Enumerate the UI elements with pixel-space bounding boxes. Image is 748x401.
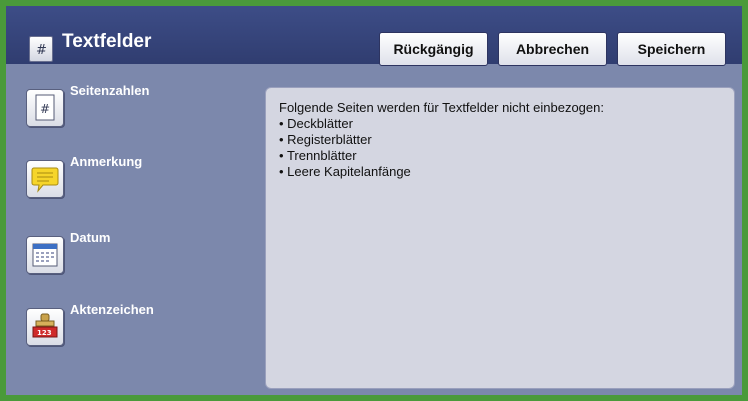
save-button[interactable]: Speichern [617, 32, 726, 66]
text-field-icon: # [29, 36, 53, 62]
calendar-icon [26, 236, 64, 274]
sidebar-label-aktenzeichen: Aktenzeichen [70, 302, 154, 317]
sidebar-item-seitenzahlen[interactable]: # Seitenzahlen [24, 83, 254, 143]
page-number-icon: # [26, 89, 64, 127]
sidebar-label-anmerkung: Anmerkung [70, 154, 143, 169]
comment-icon [26, 160, 64, 198]
svg-text:#: # [40, 102, 50, 116]
info-panel: Folgende Seiten werden für Textfelder ni… [265, 87, 735, 389]
sidebar-label-seitenzahlen: Seitenzahlen [70, 83, 150, 98]
window-frame: # Textfelder Rückgängig Abbrechen Speich… [0, 0, 748, 401]
page-title: Textfelder [62, 31, 152, 52]
header-bar: # Textfelder Rückgängig Abbrechen Speich… [6, 6, 742, 66]
svg-text:123: 123 [37, 329, 52, 337]
list-item: Deckblätter [279, 116, 721, 132]
excluded-pages-list: Deckblätter Registerblätter Trennblätter… [279, 116, 721, 180]
sidebar-item-aktenzeichen[interactable]: 123 Aktenzeichen [24, 302, 254, 362]
list-item: Trennblätter [279, 148, 721, 164]
sidebar-item-datum[interactable]: Datum [24, 230, 254, 290]
sidebar-label-datum: Datum [70, 230, 111, 245]
cancel-button[interactable]: Abbrechen [498, 32, 607, 66]
sidebar-item-anmerkung[interactable]: Anmerkung [24, 154, 254, 214]
list-item: Leere Kapitelanfänge [279, 164, 721, 180]
list-item: Registerblätter [279, 132, 721, 148]
stamp-icon: 123 [26, 308, 64, 346]
undo-button[interactable]: Rückgängig [379, 32, 488, 66]
panel-intro-text: Folgende Seiten werden für Textfelder ni… [279, 100, 604, 115]
